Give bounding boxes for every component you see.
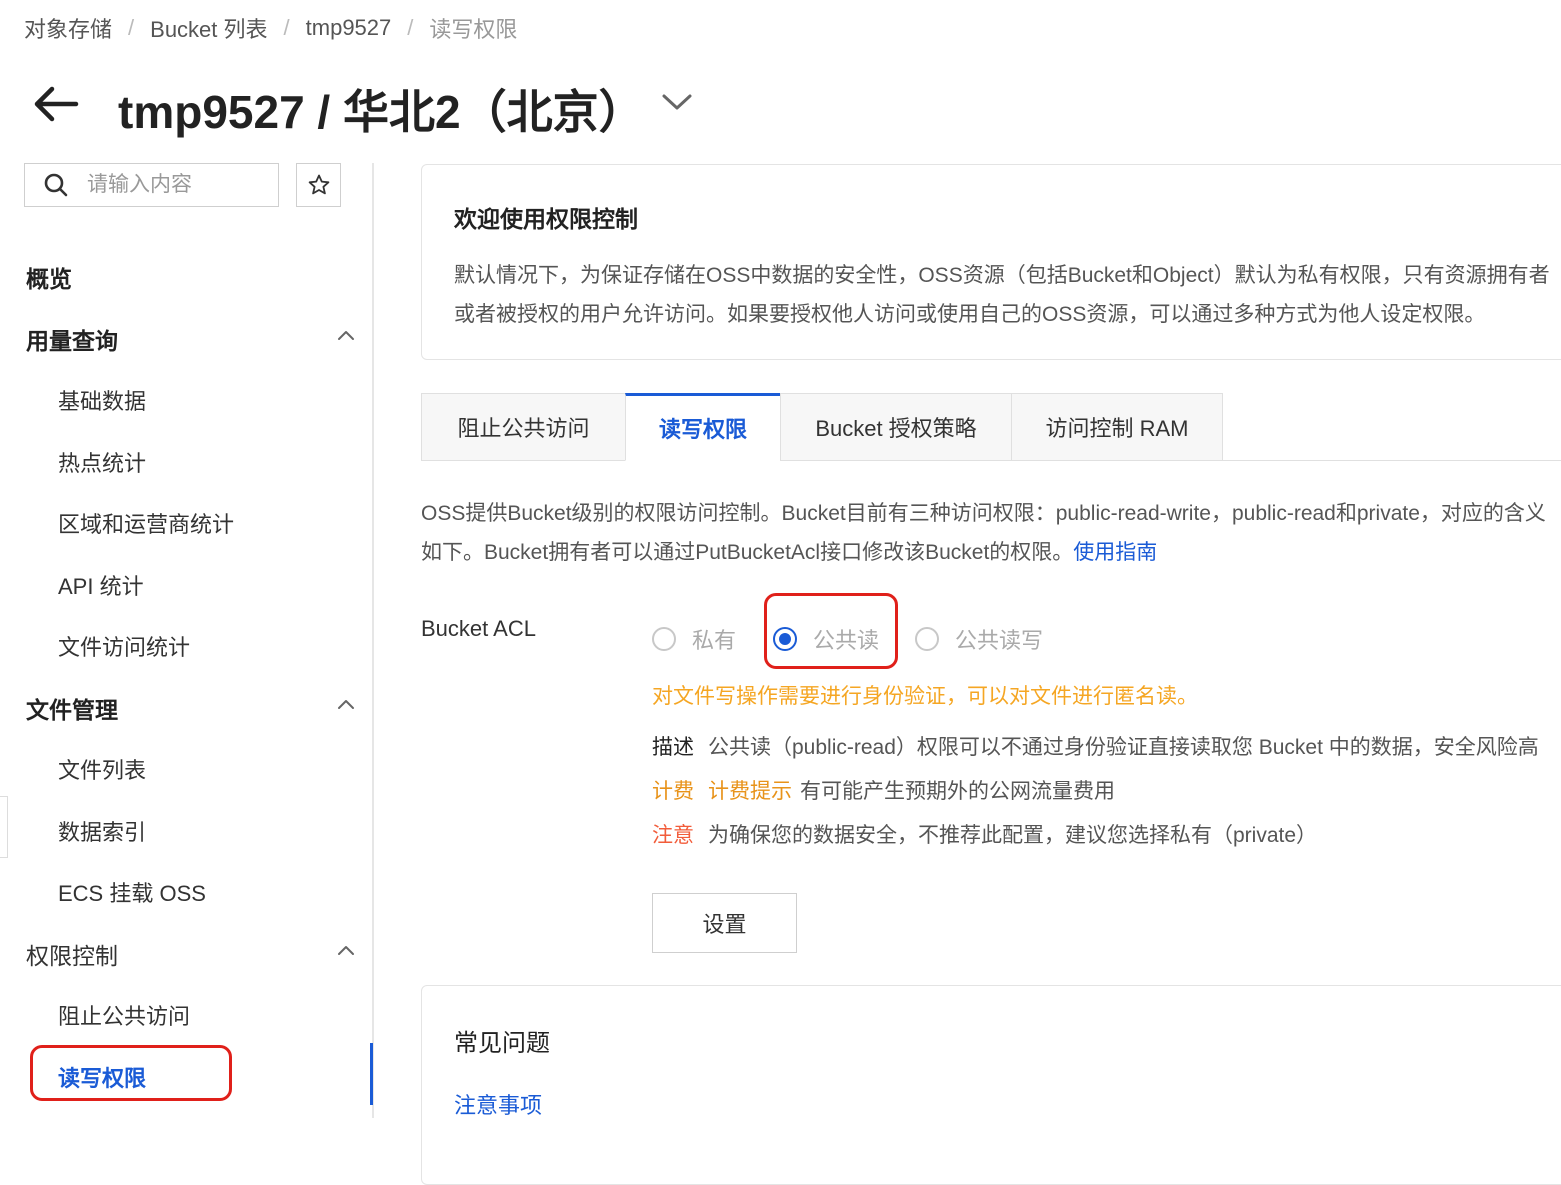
sidebar-item-block-public-access[interactable]: 阻止公共访问	[58, 999, 190, 1031]
breadcrumb: 对象存储 / Bucket 列表 / tmp9527 / 读写权限	[24, 12, 517, 44]
billing-tag: 计费	[652, 780, 694, 803]
sidebar-group-permission-control[interactable]: 权限控制	[26, 937, 356, 971]
chevron-down-icon[interactable]	[660, 88, 694, 116]
welcome-text: 默认情况下，为保证存储在OSS中数据的安全性，OSS资源（包括Bucket和Ob…	[454, 264, 1550, 326]
chevron-up-icon	[338, 946, 354, 955]
radio-label: 公共读写	[955, 628, 1044, 653]
sidebar-active-indicator	[370, 1043, 373, 1105]
sidebar-item-api-stats[interactable]: API 统计	[58, 569, 144, 601]
acl-note-row: 注意 为确保您的数据安全，不推荐此配置，建议您选择私有（private）	[652, 819, 1317, 849]
sidebar-item-data-index[interactable]: 数据索引	[58, 815, 146, 847]
desc-tag: 描述	[652, 736, 694, 759]
note-tag: 注意	[652, 824, 694, 847]
billing-text: 有可能产生预期外的公网流量费用	[800, 780, 1115, 803]
sidebar-item-basic-data[interactable]: 基础数据	[58, 384, 146, 416]
bucket-acl-label: Bucket ACL	[421, 616, 536, 641]
back-arrow-icon[interactable]	[30, 78, 82, 130]
sidebar-item-file-list[interactable]: 文件列表	[58, 753, 146, 785]
note-text: 为确保您的数据安全，不推荐此配置，建议您选择私有（private）	[708, 824, 1318, 847]
permission-tabs: 阻止公共访问 读写权限 Bucket 授权策略 访问控制 RAM	[421, 393, 1223, 461]
welcome-title: 欢迎使用权限控制	[454, 206, 638, 232]
set-acl-button[interactable]: 设置	[652, 893, 797, 953]
highlight-box-sidebar	[30, 1045, 232, 1101]
tab-read-write-permission[interactable]: 读写权限	[625, 393, 780, 461]
breadcrumb-bucket[interactable]: tmp9527	[306, 15, 392, 41]
sidebar-group-label: 用量查询	[26, 328, 118, 354]
radio-circle	[915, 627, 939, 651]
breadcrumb-current: 读写权限	[429, 17, 518, 42]
chevron-up-icon	[338, 331, 354, 340]
star-icon	[308, 174, 329, 195]
radio-circle	[652, 627, 676, 651]
sidebar-item-hot-stats[interactable]: 热点统计	[58, 446, 146, 478]
acl-desc-row: 描述 公共读（public-read）权限可以不通过身份验证直接读取您 Bucke…	[652, 731, 1539, 761]
acl-description-text: OSS提供Bucket级别的权限访问控制。Bucket目前有三种访问权限：pub…	[421, 502, 1546, 564]
sidebar-item-overview[interactable]: 概览	[26, 260, 356, 294]
breadcrumb-oss[interactable]: 对象存储	[24, 12, 112, 44]
radio-label: 私有	[692, 628, 737, 653]
breadcrumb-separator: /	[407, 15, 414, 40]
page-title: tmp9527 / 华北2（北京）	[118, 86, 645, 138]
radio-public-read-write[interactable]: 公共读写	[915, 623, 1043, 655]
highlight-box-public-read	[764, 593, 898, 669]
sidebar-item-file-access-stats[interactable]: 文件访问统计	[58, 630, 190, 662]
sidebar-group-usage[interactable]: 用量查询	[26, 322, 356, 356]
tab-ram-access-control[interactable]: 访问控制 RAM	[1011, 393, 1223, 461]
tab-block-public-access[interactable]: 阻止公共访问	[421, 393, 625, 461]
search-icon	[44, 173, 68, 197]
search-input[interactable]	[85, 172, 259, 198]
sidebar-group-label: 权限控制	[26, 943, 118, 969]
radio-private[interactable]: 私有	[652, 623, 736, 655]
usage-guide-link[interactable]: 使用指南	[1073, 541, 1157, 564]
faq-card	[421, 985, 1561, 1185]
acl-billing-row: 计费 计费提示 有可能产生预期外的公网流量费用	[652, 775, 1115, 805]
favorite-button[interactable]	[296, 163, 341, 207]
faq-title: 常见问题	[454, 1030, 550, 1057]
breadcrumb-separator: /	[283, 15, 290, 40]
sidebar-item-ecs-mount[interactable]: ECS 挂载 OSS	[58, 876, 206, 908]
chevron-up-icon	[338, 700, 354, 709]
acl-description: OSS提供Bucket级别的权限访问控制。Bucket目前有三种访问权限：pub…	[421, 494, 1561, 574]
breadcrumb-bucket-list[interactable]: Bucket 列表	[150, 12, 267, 44]
acl-warning: 对文件写操作需要进行身份验证，可以对文件进行匿名读。	[652, 685, 1198, 708]
sidebar-group-label: 文件管理	[26, 697, 118, 723]
tabs-underline	[1223, 460, 1561, 461]
billing-hint: 计费提示	[708, 780, 792, 803]
sidebar-group-file-management[interactable]: 文件管理	[26, 691, 356, 725]
tab-bucket-policy[interactable]: Bucket 授权策略	[780, 393, 1011, 461]
sidebar-collapse-handle[interactable]	[0, 796, 8, 858]
desc-text: 公共读（public-read）权限可以不通过身份验证直接读取您 Bucket …	[708, 736, 1539, 759]
faq-notes-link[interactable]: 注意事项	[454, 1088, 542, 1120]
sidebar-item-region-stats[interactable]: 区域和运营商统计	[58, 507, 234, 539]
sidebar-divider	[372, 163, 374, 1118]
sidebar-search[interactable]	[24, 163, 279, 207]
breadcrumb-separator: /	[128, 15, 135, 40]
